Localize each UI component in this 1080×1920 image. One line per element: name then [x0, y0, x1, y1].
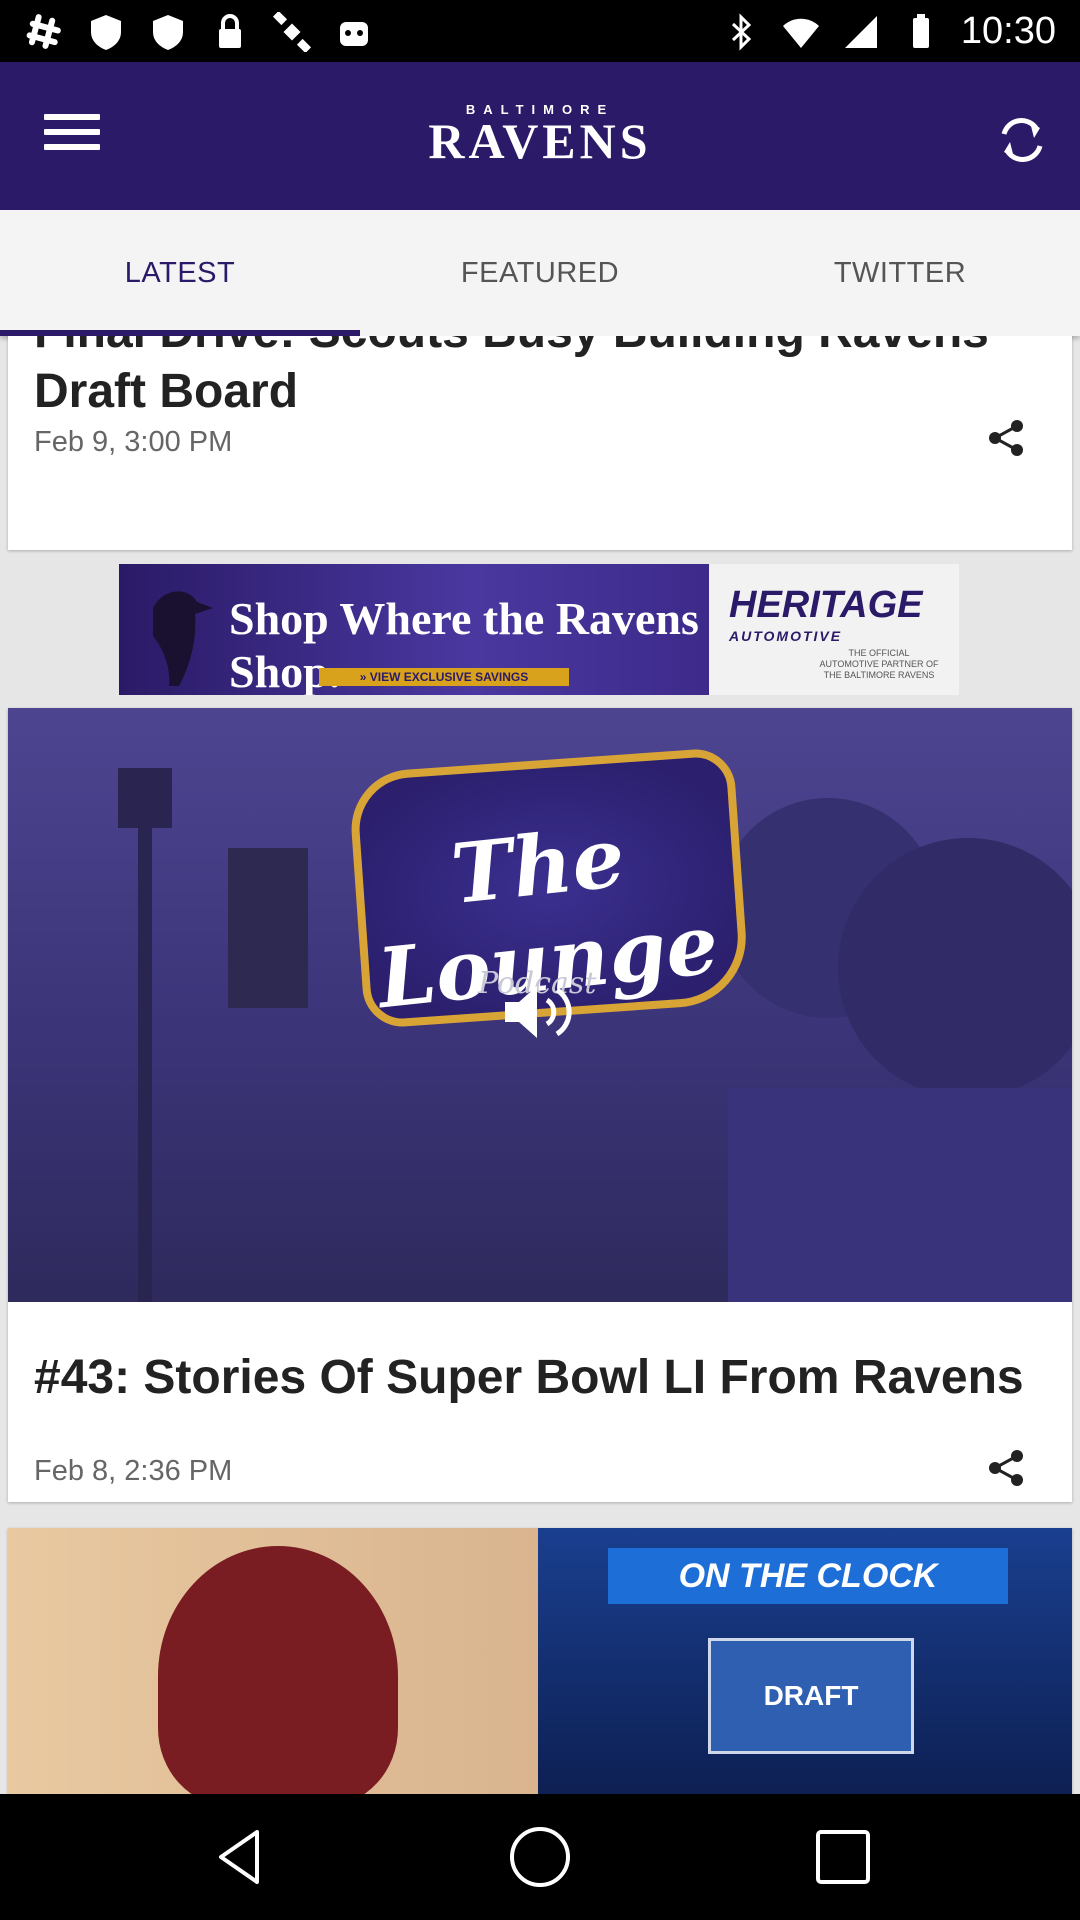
- system-icons: 10:30: [721, 10, 1056, 53]
- player-photo: [8, 1528, 538, 1794]
- helmet-image: [158, 1546, 398, 1794]
- article-card[interactable]: Final Drive: Scouts Busy Building Ravens…: [8, 336, 1072, 550]
- shield-icon-2: [153, 15, 183, 50]
- share-icon[interactable]: [986, 418, 1026, 458]
- tab-bar: LATEST FEATURED TWITTER: [0, 210, 1080, 336]
- ad-brand-sub: AUTOMOTIVE: [729, 628, 843, 644]
- draft-thumbnail[interactable]: ON THE CLOCK DRAFT: [8, 1528, 1072, 1794]
- raven-icon: [153, 591, 213, 686]
- share-icon[interactable]: [986, 1448, 1026, 1488]
- home-icon[interactable]: [505, 1822, 575, 1892]
- tab-featured[interactable]: FEATURED: [360, 210, 720, 336]
- app-bar: BALTIMORE RAVENS: [0, 62, 1080, 210]
- ad-right-panel: HERITAGE AUTOMOTIVE THE OFFICIAL AUTOMOT…: [709, 564, 959, 695]
- draft-stage-photo: ON THE CLOCK DRAFT: [538, 1528, 1072, 1794]
- article-date: Feb 9, 3:00 PM: [34, 426, 233, 458]
- back-icon[interactable]: [205, 1822, 275, 1892]
- battery-icon: [912, 13, 929, 48]
- article-title: #43: Stories Of Super Bowl LI From Raven…: [34, 1351, 1024, 1404]
- tab-latest[interactable]: LATEST: [0, 210, 360, 336]
- clock: 10:30: [960, 10, 1056, 52]
- article-card[interactable]: ON THE CLOCK DRAFT: [8, 1528, 1072, 1794]
- ad-cta[interactable]: » VIEW EXCLUSIVE SAVINGS: [319, 668, 569, 686]
- system-nav-bar: [0, 1794, 1080, 1920]
- signal-icon: [844, 15, 877, 48]
- satellite-icon: [272, 12, 312, 52]
- recents-icon[interactable]: [808, 1822, 878, 1892]
- notification-icons: [24, 12, 374, 52]
- ad-brand-note: THE OFFICIAL AUTOMOTIVE PARTNER OF THE B…: [819, 648, 939, 680]
- shield-icon: [91, 15, 121, 50]
- article-title: Final Drive: Scouts Busy Building Ravens…: [34, 336, 989, 418]
- article-feed[interactable]: Final Drive: Scouts Busy Building Ravens…: [0, 336, 1080, 1794]
- speaker-icon: [505, 986, 572, 1038]
- ad-left-panel: Shop Where the Ravens Shop. » VIEW EXCLU…: [119, 564, 709, 695]
- ad-brand: HERITAGE: [729, 584, 923, 626]
- ravens-logo: BALTIMORE RAVENS: [0, 102, 1080, 169]
- lock-icon: [219, 14, 241, 48]
- tab-twitter[interactable]: TWITTER: [720, 210, 1080, 336]
- lamp-post-image: [118, 768, 308, 1302]
- article-date: Feb 8, 2:36 PM: [34, 1455, 233, 1487]
- draft-board: DRAFT: [708, 1638, 914, 1754]
- trees-image: [728, 798, 1072, 1302]
- podcast-thumbnail[interactable]: The Lounge Podcast: [8, 708, 1072, 1302]
- robot-icon: [340, 22, 368, 46]
- on-the-clock-banner: ON THE CLOCK: [608, 1548, 1008, 1604]
- refresh-icon[interactable]: [994, 112, 1050, 168]
- slack-icon: [26, 14, 61, 49]
- bluetooth-icon: [731, 12, 752, 51]
- wifi-icon: [782, 18, 819, 48]
- article-card[interactable]: The Lounge Podcast #43: Stories Of Super…: [8, 708, 1072, 1502]
- advertisement-banner[interactable]: Shop Where the Ravens Shop. » VIEW EXCLU…: [119, 564, 959, 695]
- logo-team: RAVENS: [428, 113, 652, 169]
- status-bar: 10:30: [0, 0, 1080, 62]
